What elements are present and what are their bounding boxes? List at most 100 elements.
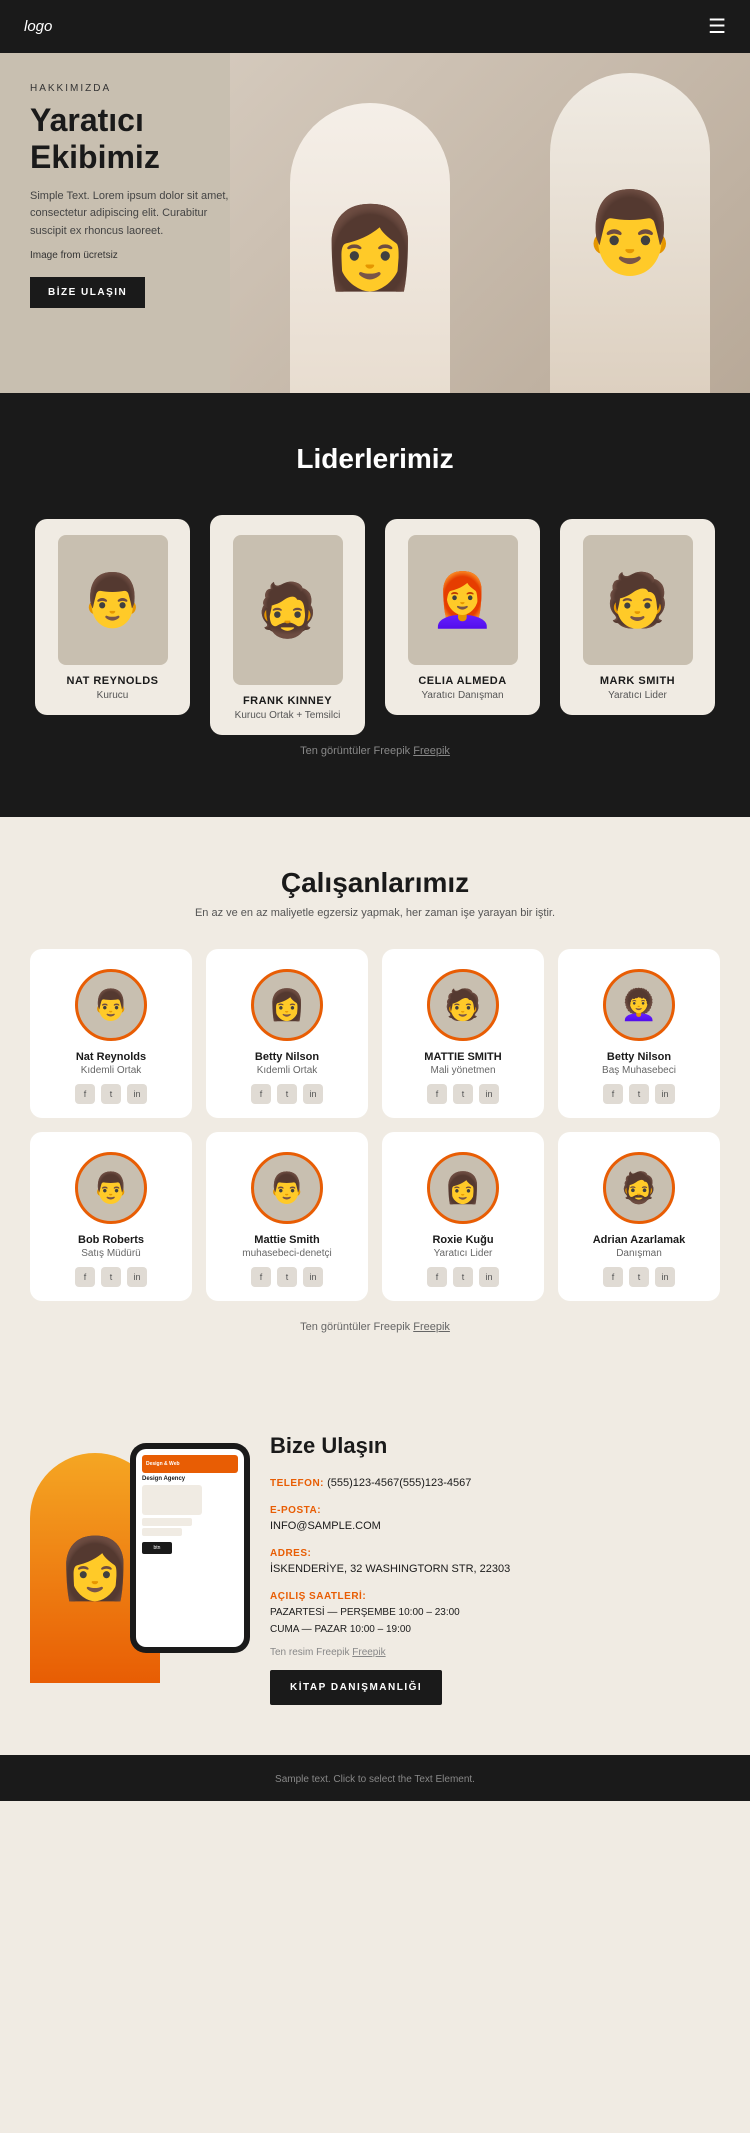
- facebook-icon-3[interactable]: f: [603, 1084, 623, 1104]
- contact-right: Bize Ulaşın TELEFON: (555)123-4567(555)1…: [270, 1423, 720, 1705]
- emp-social-2: f t in: [394, 1084, 532, 1104]
- emp-name-1: Betty Nilson: [218, 1051, 356, 1063]
- emp-role-1: Kıdemli Ortak: [218, 1065, 356, 1076]
- facebook-icon-7[interactable]: f: [603, 1267, 623, 1287]
- emp-role-7: Danışman: [570, 1248, 708, 1259]
- leader-role-frank: Kurucu Ortak + Temsilci: [222, 710, 353, 721]
- employees-freepik-credit: Ten görüntüler Freepik Freepik: [30, 1321, 720, 1333]
- instagram-icon-6[interactable]: in: [479, 1267, 499, 1287]
- phone-screen-brand: Design & Web: [146, 1461, 180, 1467]
- hero-title: Yaratıcı Ekibimiz: [30, 102, 230, 176]
- leader-card-mark: 🧑 MARK SMITH Yaratıcı Lider: [560, 519, 715, 715]
- emp-social-3: f t in: [570, 1084, 708, 1104]
- emp-social-7: f t in: [570, 1267, 708, 1287]
- employee-card-4: 👨 Bob Roberts Satış Müdürü f t in: [30, 1132, 192, 1301]
- employee-card-0: 👨 Nat Reynolds Kıdemli Ortak f t in: [30, 949, 192, 1118]
- hero-image: 👩 👨: [230, 53, 750, 393]
- leader-photo-celia: 👩‍🦰: [408, 535, 518, 665]
- emp-name-5: Mattie Smith: [218, 1234, 356, 1246]
- leader-role-nat: Kurucu: [47, 690, 178, 701]
- emp-name-3: Betty Nilson: [570, 1051, 708, 1063]
- phone-mockup: Design & Web Design Agency btn: [130, 1443, 250, 1653]
- contact-section: 👩 Design & Web Design Agency btn: [0, 1383, 750, 1755]
- contact-email-item: E-POSTA: INFO@SAMPLE.COM: [270, 1502, 720, 1535]
- hamburger-icon[interactable]: ☰: [708, 14, 726, 39]
- emp-avatar-4: 👨: [75, 1152, 147, 1224]
- instagram-icon-7[interactable]: in: [655, 1267, 675, 1287]
- contact-hours-line2: CUMA — PAZAR 10:00 – 19:00: [270, 1624, 411, 1635]
- emp-avatar-5: 👨: [251, 1152, 323, 1224]
- facebook-icon-4[interactable]: f: [75, 1267, 95, 1287]
- employee-card-1: 👩 Betty Nilson Kıdemli Ortak f t in: [206, 949, 368, 1118]
- twitter-icon-2[interactable]: t: [453, 1084, 473, 1104]
- instagram-icon-1[interactable]: in: [303, 1084, 323, 1104]
- emp-role-4: Satış Müdürü: [42, 1248, 180, 1259]
- contact-hours-label: AÇILIŞ SAATLERİ:: [270, 1591, 366, 1602]
- emp-avatar-7: 🧔: [603, 1152, 675, 1224]
- leader-photo-mark: 🧑: [583, 535, 693, 665]
- contact-address-label: ADRES:: [270, 1548, 311, 1559]
- leaders-section: Liderlerimiz 👨 NAT REYNOLDS Kurucu 🧔 FRA…: [0, 393, 750, 817]
- contact-cta-button[interactable]: KİTAP DANIŞMANLIĞI: [270, 1670, 442, 1705]
- employee-card-5: 👨 Mattie Smith muhasebeci-denetçi f t in: [206, 1132, 368, 1301]
- twitter-icon-3[interactable]: t: [629, 1084, 649, 1104]
- facebook-icon-6[interactable]: f: [427, 1267, 447, 1287]
- twitter-icon-6[interactable]: t: [453, 1267, 473, 1287]
- instagram-icon-0[interactable]: in: [127, 1084, 147, 1104]
- emp-name-0: Nat Reynolds: [42, 1051, 180, 1063]
- leader-name-celia: CELIA ALMEDA: [397, 675, 528, 687]
- emp-avatar-0: 👨: [75, 969, 147, 1041]
- employees-subtitle: En az ve en az maliyetle egzersiz yapmak…: [30, 907, 720, 919]
- contact-address-item: ADRES: İSKENDERİYE, 32 WASHINGTORN STR, …: [270, 1545, 720, 1578]
- leader-photo-frank: 🧔: [233, 535, 343, 685]
- facebook-icon-2[interactable]: f: [427, 1084, 447, 1104]
- emp-avatar-2: 🧑: [427, 969, 499, 1041]
- navbar: logo ☰: [0, 0, 750, 53]
- leader-name-nat: NAT REYNOLDS: [47, 675, 178, 687]
- instagram-icon-2[interactable]: in: [479, 1084, 499, 1104]
- emp-social-1: f t in: [218, 1084, 356, 1104]
- emp-social-5: f t in: [218, 1267, 356, 1287]
- leader-name-frank: FRANK KINNEY: [222, 695, 353, 707]
- instagram-icon-5[interactable]: in: [303, 1267, 323, 1287]
- emp-role-3: Baş Muhasebeci: [570, 1065, 708, 1076]
- hero-cta-button[interactable]: BİZE ULAŞIN: [30, 277, 145, 308]
- instagram-icon-3[interactable]: in: [655, 1084, 675, 1104]
- leader-role-celia: Yaratıcı Danışman: [397, 690, 528, 701]
- emp-name-7: Adrian Azarlamak: [570, 1234, 708, 1246]
- facebook-icon-1[interactable]: f: [251, 1084, 271, 1104]
- contact-hours-line1: PAZARTESİ — PERŞEMBE 10:00 – 23:00: [270, 1607, 460, 1618]
- leader-card-nat: 👨 NAT REYNOLDS Kurucu: [35, 519, 190, 715]
- twitter-icon-1[interactable]: t: [277, 1084, 297, 1104]
- twitter-icon-7[interactable]: t: [629, 1267, 649, 1287]
- hero-section: HAKKIMIZDA Yaratıcı Ekibimiz Simple Text…: [0, 53, 750, 393]
- hero-image-link[interactable]: Image from ücretsiz: [30, 250, 230, 261]
- leader-card-frank: 🧔 FRANK KINNEY Kurucu Ortak + Temsilci: [210, 515, 365, 735]
- leaders-title: Liderlerimiz: [30, 443, 720, 475]
- instagram-icon-4[interactable]: in: [127, 1267, 147, 1287]
- logo: logo: [24, 18, 52, 35]
- contact-phone-label: TELEFON:: [270, 1478, 324, 1489]
- contact-phone-value: (555)123-4567: [327, 1477, 399, 1489]
- contact-email-label: E-POSTA:: [270, 1505, 321, 1516]
- emp-name-4: Bob Roberts: [42, 1234, 180, 1246]
- contact-hours-item: AÇILIŞ SAATLERİ: PAZARTESİ — PERŞEMBE 10…: [270, 1588, 720, 1638]
- employee-card-3: 👩‍🦱 Betty Nilson Baş Muhasebeci f t in: [558, 949, 720, 1118]
- contact-left: 👩 Design & Web Design Agency btn: [30, 1423, 250, 1683]
- twitter-icon-4[interactable]: t: [101, 1267, 121, 1287]
- leader-name-mark: MARK SMITH: [572, 675, 703, 687]
- hero-tag: HAKKIMIZDA: [30, 83, 230, 94]
- employee-card-6: 👩 Roxie Kuğu Yaratıcı Lider f t in: [382, 1132, 544, 1301]
- emp-social-0: f t in: [42, 1084, 180, 1104]
- contact-email-value: INFO@SAMPLE.COM: [270, 1520, 381, 1532]
- footer: Sample text. Click to select the Text El…: [0, 1755, 750, 1801]
- emp-role-6: Yaratıcı Lider: [394, 1248, 532, 1259]
- footer-text: Sample text. Click to select the Text El…: [275, 1774, 475, 1785]
- facebook-icon-5[interactable]: f: [251, 1267, 271, 1287]
- emp-name-6: Roxie Kuğu: [394, 1234, 532, 1246]
- facebook-icon-0[interactable]: f: [75, 1084, 95, 1104]
- twitter-icon-5[interactable]: t: [277, 1267, 297, 1287]
- emp-role-5: muhasebeci-denetçi: [218, 1248, 356, 1259]
- twitter-icon-0[interactable]: t: [101, 1084, 121, 1104]
- emp-social-4: f t in: [42, 1267, 180, 1287]
